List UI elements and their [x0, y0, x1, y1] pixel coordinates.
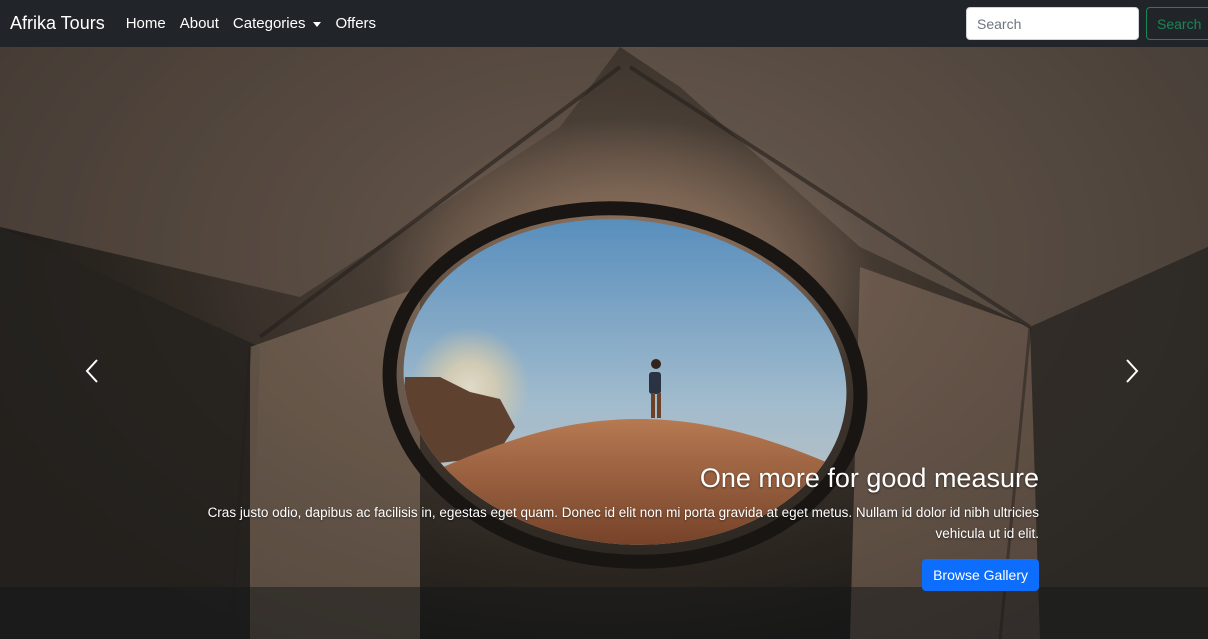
tent-desert-photo — [0, 47, 1208, 639]
search-input[interactable] — [966, 7, 1139, 40]
nav-dropdown-categories[interactable]: Categories — [233, 15, 322, 32]
chevron-left-icon — [85, 359, 98, 383]
search-button[interactable]: Search — [1146, 7, 1208, 40]
caret-down-icon — [313, 21, 322, 27]
nav-link-offers[interactable]: Offers — [335, 15, 376, 32]
browse-gallery-button[interactable]: Browse Gallery — [922, 559, 1039, 591]
caption-text: Cras justo odio, dapibus ac facilisis in… — [207, 505, 1039, 542]
brand-logo-link[interactable]: Afrika Tours — [10, 13, 105, 34]
carousel-prev-button[interactable] — [78, 356, 108, 386]
top-navbar: Afrika Tours Home About Categories Offer… — [0, 0, 1208, 47]
nav-link-home[interactable]: Home — [126, 15, 166, 32]
caption-title: One more for good measure — [699, 463, 1039, 493]
nav-dropdown-categories-label: Categories — [232, 15, 306, 32]
carousel-caption: One more for good measure Cras justo odi… — [179, 462, 1039, 544]
chevron-right-icon — [1126, 359, 1139, 383]
carousel-next-button[interactable] — [1116, 356, 1146, 386]
hero-carousel: One more for good measure Cras justo odi… — [0, 47, 1208, 639]
nav-link-about[interactable]: About — [180, 15, 219, 32]
